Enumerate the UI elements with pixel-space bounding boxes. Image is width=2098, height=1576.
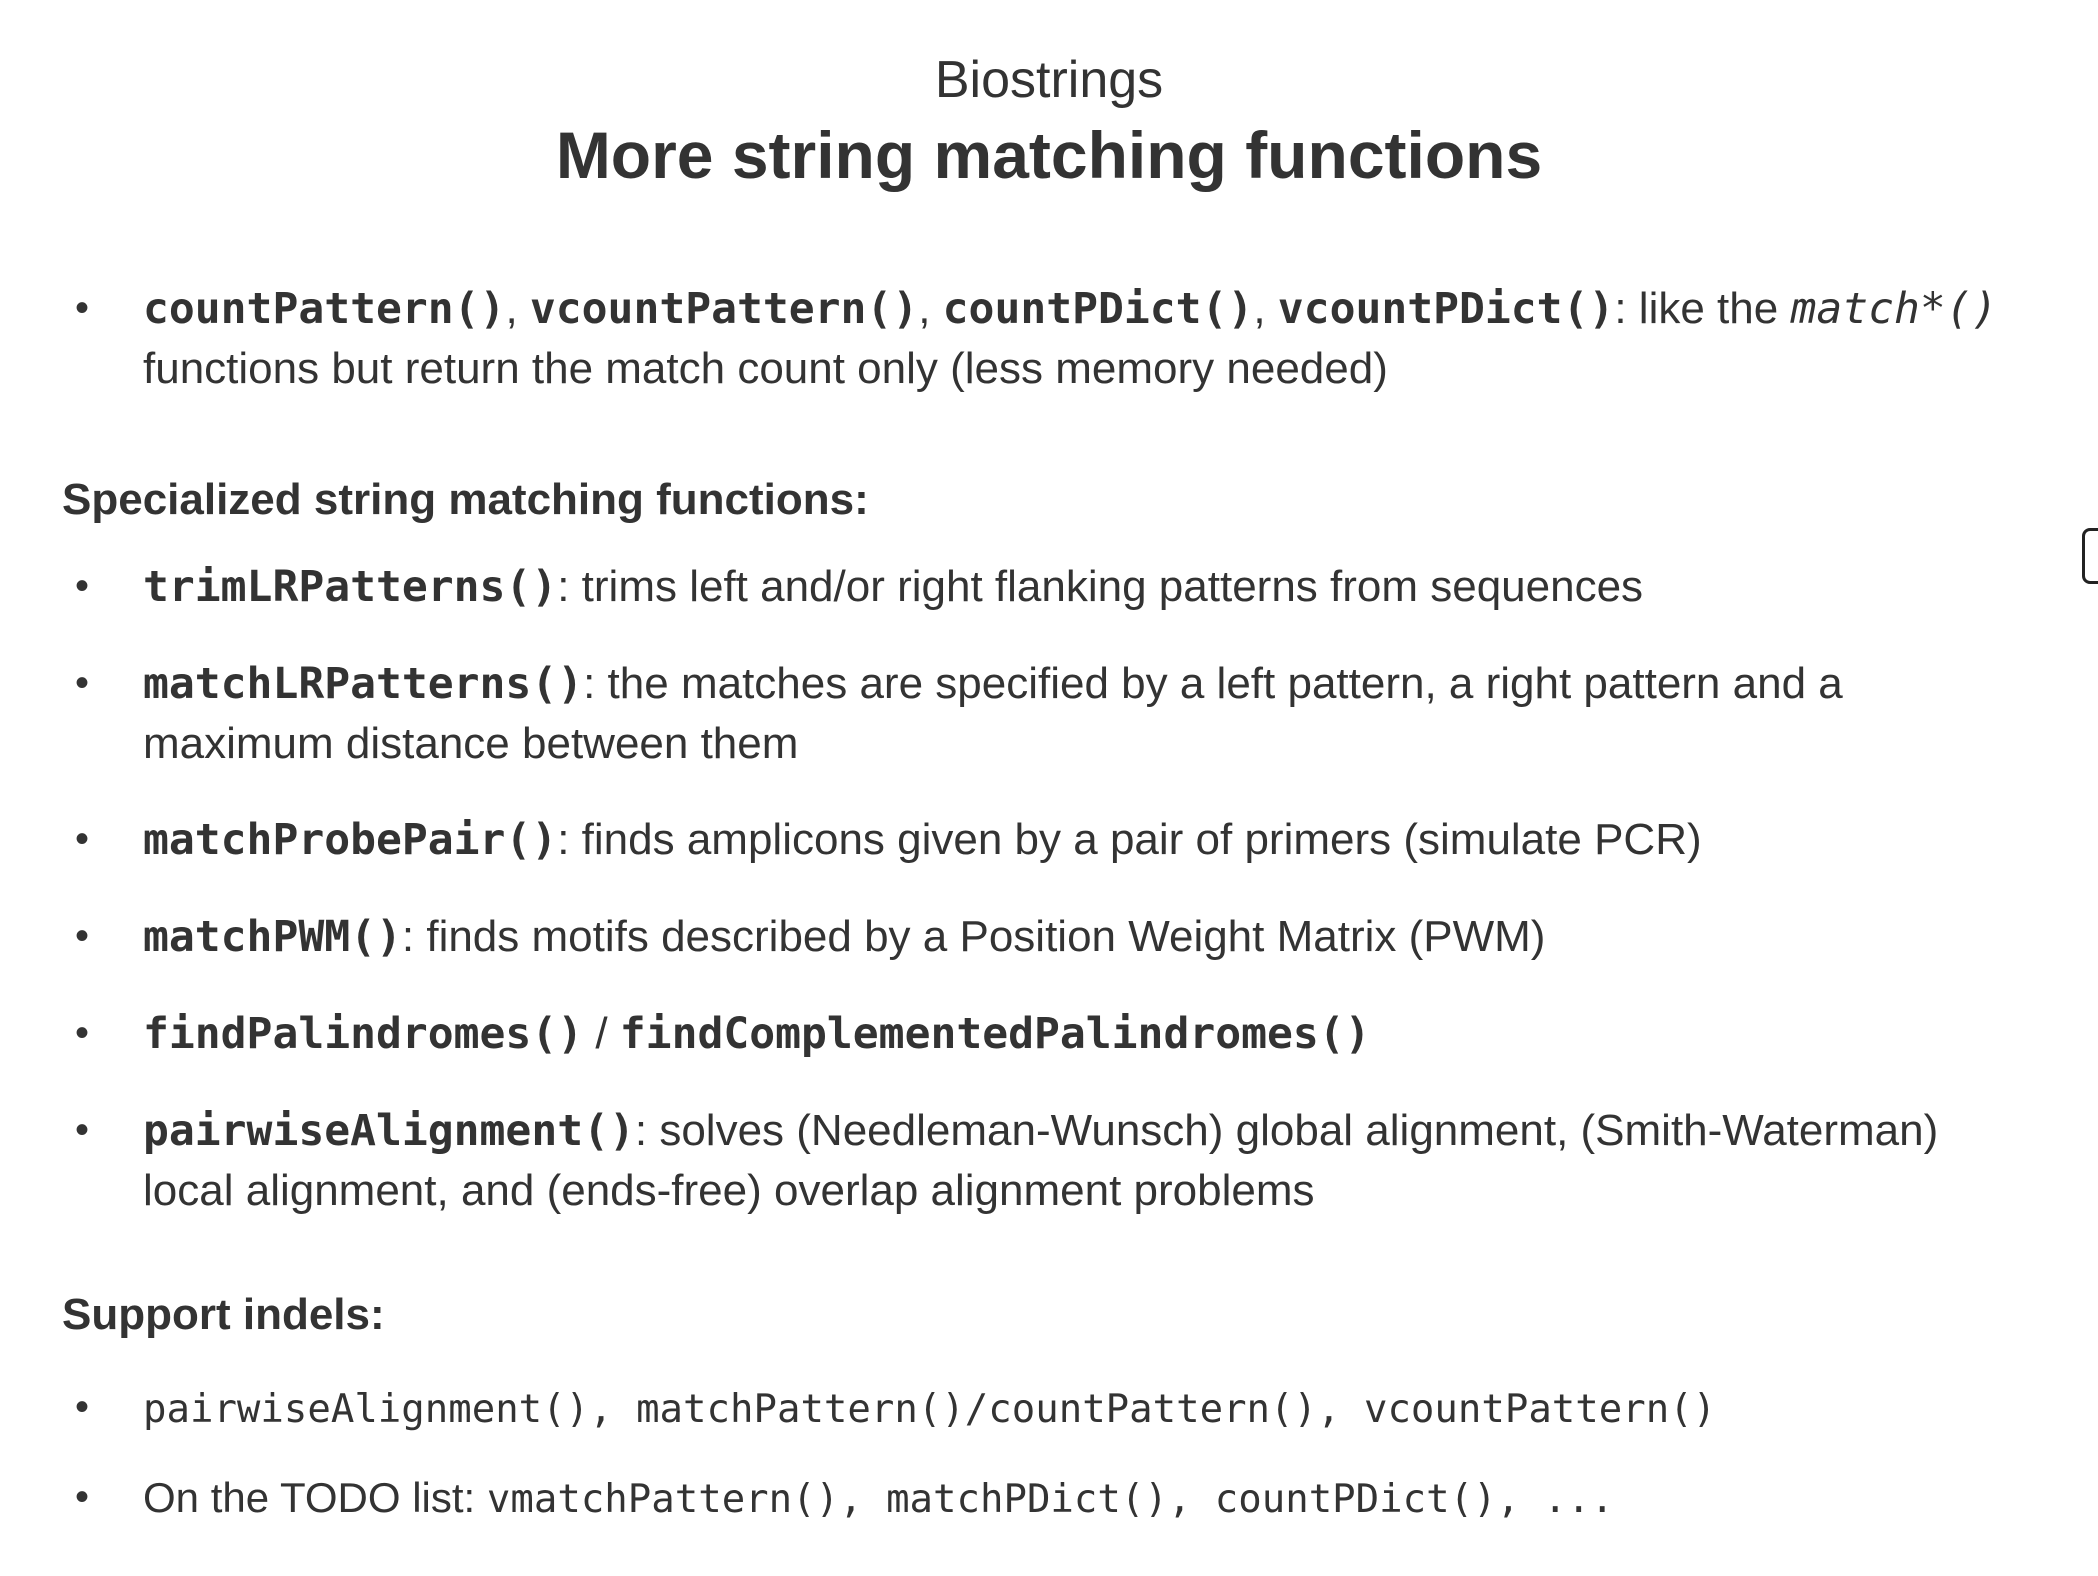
bullet-indel-functions: pairwiseAlignment(), matchPattern()/coun… [75, 1378, 2023, 1439]
slide-subtitle: Biostrings [934, 51, 1164, 109]
bullet-matchPWM: matchPWM(): finds motifs described by a … [75, 907, 2023, 967]
fn-vcountPattern: vcountPattern() [529, 284, 919, 334]
bullet-todo-list: On the TODO list: vmatchPattern(), match… [75, 1468, 2023, 1529]
bullet-matchProbePair: matchProbePair(): finds amplicons given … [75, 810, 2023, 870]
slide-title: More string matching functions [555, 118, 1543, 192]
fn-vcountPDict: vcountPDict() [1277, 284, 1615, 334]
bullet-matchLRPatterns: matchLRPatterns(): the matches are speci… [75, 654, 2023, 773]
section-heading-indels: Support indels: [62, 1290, 385, 1339]
fn-match-star: match*() [1790, 284, 1998, 334]
page-edge-handle [2082, 528, 2098, 584]
bullet-count-functions: countPattern(), vcountPattern(), countPD… [75, 279, 2023, 398]
section-heading-specialized: Specialized string matching functions: [62, 475, 869, 524]
bullet-pairwiseAlignment: pairwiseAlignment(): solves (Needleman-W… [75, 1101, 2023, 1220]
fn-countPDict: countPDict() [942, 284, 1254, 334]
fn-countPattern: countPattern() [143, 284, 506, 334]
slide: Biostrings More string matching function… [0, 0, 2098, 1576]
bullet-findPalindromes: findPalindromes() / findComplementedPali… [75, 1004, 2023, 1064]
bullet-trimLRPatterns: trimLRPatterns(): trims left and/or righ… [75, 557, 2023, 617]
